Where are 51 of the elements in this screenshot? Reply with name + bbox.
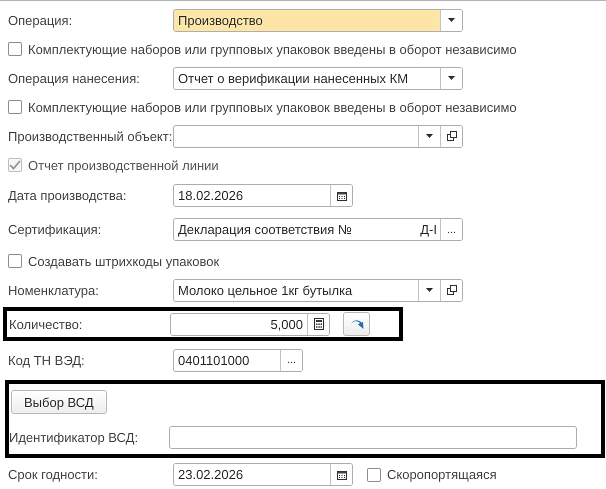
dropdown-button[interactable] [440, 10, 462, 30]
checkbox-label: Создавать штрихкоды упаковок [28, 254, 220, 268]
checkbox-label: Комплектующие наборов или групповых упаковок введены в оборот независимо [28, 42, 517, 56]
field-label: Идентификатор ВСД: [9, 430, 140, 444]
input-field[interactable] [169, 426, 577, 448]
open-button[interactable] [440, 126, 462, 146]
input-field[interactable]: 0401101000 ... [173, 348, 303, 372]
select-field[interactable]: Производство [173, 8, 463, 32]
dropdown-button[interactable] [440, 68, 462, 88]
dropdown-icon [448, 18, 455, 22]
field-label: Сертификация: [8, 222, 102, 237]
select-field[interactable] [173, 124, 463, 148]
checkbox[interactable] [367, 468, 381, 482]
select-button[interactable]: Выбор ВСД [11, 390, 107, 414]
select-field[interactable]: Отчет о верификации нанесенных КМ [173, 66, 463, 90]
date-field[interactable]: 18.02.2026 [173, 184, 353, 207]
calendar-button[interactable] [330, 185, 352, 206]
field-label: Производственный объект: [8, 128, 173, 144]
calendar-icon [336, 470, 346, 480]
dropdown-icon [426, 134, 433, 138]
checkbox-label: Скоропортящаяся [387, 467, 497, 482]
field-label: Номенклатура: [8, 282, 100, 298]
calculator-icon [314, 318, 324, 330]
field-label: Операция нанесения: [8, 70, 141, 86]
checkbox[interactable] [8, 254, 22, 268]
checkbox[interactable] [8, 42, 22, 56]
checkbox-label: Отчет производственной линии [28, 158, 219, 172]
input-field[interactable]: Декларация соответствия № Д-I ... [173, 218, 463, 241]
select-field[interactable]: Молоко цельное 1кг бутылка [173, 278, 463, 302]
action-button[interactable] [343, 312, 370, 336]
calendar-icon [336, 190, 346, 200]
number-field[interactable]: 5,000 [170, 312, 330, 336]
select-button[interactable]: ... [280, 350, 302, 370]
open-button[interactable] [440, 280, 462, 300]
select-button[interactable]: ... [440, 219, 462, 240]
dropdown-icon [448, 76, 455, 80]
checkbox[interactable] [8, 100, 22, 114]
calendar-button[interactable] [330, 464, 352, 485]
field-label: Дата производства: [8, 188, 128, 203]
field-label: Код ТН ВЭД: [8, 352, 86, 368]
field-label: Операция: [8, 12, 74, 28]
checkbox-label: Комплектующие наборов или групповых упаковок введены в оборот независимо [28, 100, 517, 114]
date-field[interactable]: 23.02.2026 [173, 463, 353, 486]
field-label: Количество: [9, 316, 84, 332]
calculator-button[interactable] [307, 314, 329, 334]
field-label: Срок годности: [8, 467, 99, 482]
open-icon [446, 285, 456, 295]
dropdown-icon [426, 288, 433, 292]
field-text: Д-I [420, 221, 438, 239]
open-icon [446, 131, 456, 141]
curved-arrow-icon [350, 318, 364, 330]
